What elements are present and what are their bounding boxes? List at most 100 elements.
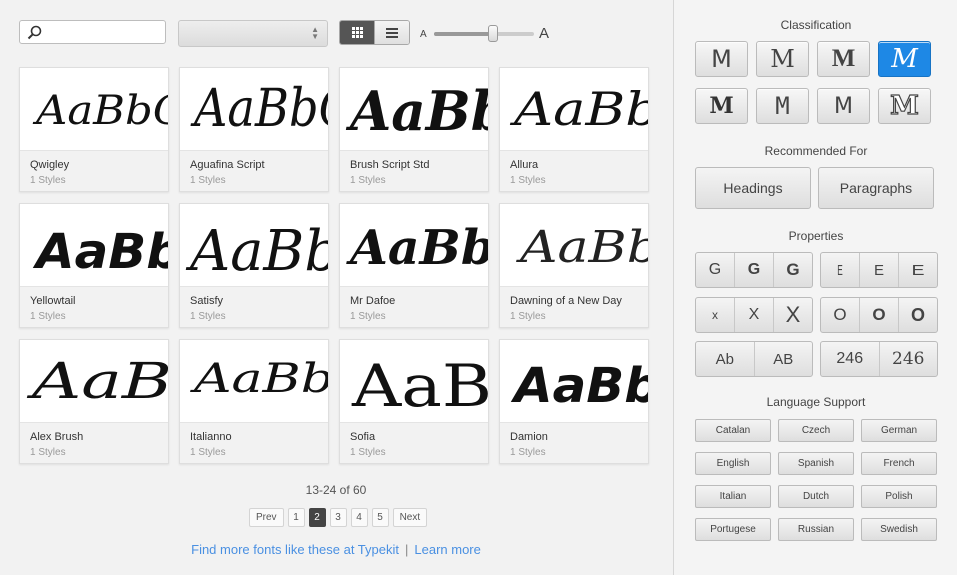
page-button[interactable]: 1 bbox=[287, 508, 305, 527]
lining-numerals-button[interactable]: 246 bbox=[821, 342, 879, 376]
font-name: Dawning of a New Day bbox=[510, 295, 622, 307]
classification-script-button[interactable]: M bbox=[878, 41, 931, 77]
xheight-low-button[interactable]: x bbox=[696, 298, 734, 332]
contrast-medium-button[interactable]: O bbox=[859, 298, 898, 332]
size-slider-track[interactable] bbox=[434, 32, 534, 36]
classification-handmade-button[interactable]: M bbox=[817, 88, 870, 124]
width-wide-button[interactable]: E bbox=[898, 253, 937, 287]
font-name: Aguafina Script bbox=[190, 159, 265, 171]
script-icon: M bbox=[891, 44, 918, 74]
font-card[interactable]: AaBb Damion 1 Styles bbox=[499, 339, 649, 464]
font-sample: AaBb bbox=[345, 79, 489, 143]
headings-button[interactable]: Headings bbox=[695, 167, 811, 209]
page-button[interactable]: 3 bbox=[329, 508, 347, 527]
language-button[interactable]: Swedish bbox=[861, 518, 937, 541]
language-button[interactable]: Polish bbox=[861, 485, 937, 508]
language-button[interactable]: Portugese bbox=[695, 518, 771, 541]
page-button[interactable]: 4 bbox=[350, 508, 368, 527]
font-preview: AaBbC bbox=[20, 68, 168, 150]
oldstyle-numerals-glyph: 246 bbox=[892, 349, 925, 369]
typekit-link[interactable]: Find more fonts like these at Typekit bbox=[191, 542, 399, 557]
font-name: Satisfy bbox=[190, 295, 224, 307]
language-button[interactable]: Spanish bbox=[778, 452, 854, 475]
font-style-count: 1 Styles bbox=[510, 175, 546, 186]
font-preview: AaBb bbox=[500, 340, 648, 422]
prev-page-button[interactable]: Prev bbox=[249, 508, 284, 527]
classification-slab-serif-button[interactable]: M bbox=[817, 41, 870, 77]
font-preview: AaBb bbox=[340, 204, 488, 286]
font-card[interactable]: AaBb Satisfy 1 Styles bbox=[179, 203, 329, 328]
oldstyle-numerals-button[interactable]: 246 bbox=[878, 342, 938, 376]
paragraphs-button[interactable]: Paragraphs bbox=[818, 167, 934, 209]
font-style-count: 1 Styles bbox=[30, 175, 66, 186]
font-preview: AaBb bbox=[340, 68, 489, 150]
language-button[interactable]: French bbox=[861, 452, 937, 475]
font-name: Brush Script Std bbox=[350, 159, 430, 171]
standard-case-button[interactable]: Ab bbox=[696, 342, 754, 376]
font-card[interactable]: AaBb Mr Dafoe 1 Styles bbox=[339, 203, 489, 328]
font-card[interactable]: AaBb Yellowtail 1 Styles bbox=[19, 203, 169, 328]
font-card[interactable]: AaBb Italianno 1 Styles bbox=[179, 339, 329, 464]
weight-light-button[interactable]: G bbox=[696, 253, 734, 287]
width-wide-glyph: E bbox=[911, 261, 925, 279]
caps-only-button[interactable]: AB bbox=[753, 342, 813, 376]
contrast-high-button[interactable]: O bbox=[898, 298, 937, 332]
page-button[interactable]: 5 bbox=[371, 508, 389, 527]
language-button[interactable]: English bbox=[695, 452, 771, 475]
learn-more-link[interactable]: Learn more bbox=[414, 542, 480, 557]
font-style-count: 1 Styles bbox=[510, 447, 546, 458]
font-card[interactable]: AaBbC Qwigley 1 Styles bbox=[19, 67, 169, 192]
xheight-high-glyph: X bbox=[785, 302, 801, 327]
size-large-label: A bbox=[539, 25, 550, 42]
classification-serif-button[interactable]: M bbox=[756, 41, 809, 77]
xheight-medium-button[interactable]: X bbox=[734, 298, 773, 332]
grid-view-button[interactable] bbox=[340, 21, 374, 44]
font-name: Allura bbox=[510, 159, 539, 171]
font-card[interactable]: AaB Sofia 1 Styles bbox=[339, 339, 489, 464]
font-card[interactable]: AaBb Allura 1 Styles bbox=[499, 67, 649, 192]
weight-group: G G G bbox=[695, 252, 813, 288]
classification-blackletter-button[interactable]: M bbox=[695, 88, 748, 124]
language-button[interactable]: Catalan bbox=[695, 419, 771, 442]
properties-title: Properties bbox=[788, 229, 844, 243]
language-button[interactable]: Russian bbox=[778, 518, 854, 541]
page-button-current[interactable]: 2 bbox=[308, 508, 326, 527]
classification-monospaced-button[interactable]: M bbox=[756, 88, 809, 124]
language-button[interactable]: German bbox=[861, 419, 937, 442]
font-style-count: 1 Styles bbox=[190, 311, 226, 322]
width-normal-button[interactable]: E bbox=[859, 253, 898, 287]
contrast-low-button[interactable]: O bbox=[821, 298, 859, 332]
contrast-group: O O O bbox=[820, 297, 938, 333]
width-condensed-button[interactable]: E bbox=[821, 253, 859, 287]
classification-sans-serif-button[interactable]: M bbox=[695, 41, 748, 77]
font-style-count: 1 Styles bbox=[190, 447, 226, 458]
next-page-button[interactable]: Next bbox=[392, 508, 428, 527]
weight-heavy-glyph: G bbox=[786, 260, 800, 279]
search-box[interactable] bbox=[19, 20, 166, 44]
size-slider-fill bbox=[434, 32, 494, 36]
size-slider-thumb[interactable] bbox=[488, 25, 498, 42]
font-card[interactable]: AaBb Dawning of a New Day 1 Styles bbox=[499, 203, 649, 328]
grid-icon bbox=[351, 27, 363, 38]
weight-regular-button[interactable]: G bbox=[734, 253, 773, 287]
view-toggle bbox=[339, 20, 410, 45]
list-view-button[interactable] bbox=[374, 21, 409, 44]
language-button[interactable]: Czech bbox=[778, 419, 854, 442]
language-button[interactable]: Dutch bbox=[778, 485, 854, 508]
language-button[interactable]: Italian bbox=[695, 485, 771, 508]
classification-decorative-button[interactable]: M bbox=[878, 88, 931, 124]
font-style-count: 1 Styles bbox=[350, 175, 386, 186]
sans-serif-icon: M bbox=[711, 45, 732, 73]
lining-numerals-glyph: 246 bbox=[836, 350, 864, 367]
font-card[interactable]: AaBbC Aguafina Script 1 Styles bbox=[179, 67, 329, 192]
search-input[interactable] bbox=[46, 23, 161, 41]
font-card[interactable]: AaBb Brush Script Std 1 Styles bbox=[339, 67, 489, 192]
font-preview: AaBb bbox=[180, 204, 328, 286]
font-card[interactable]: AaB Alex Brush 1 Styles bbox=[19, 339, 169, 464]
weight-heavy-button[interactable]: G bbox=[773, 253, 812, 287]
recommended-title: Recommended For bbox=[764, 144, 868, 158]
filter-select[interactable]: ▲ ▼ bbox=[178, 20, 328, 47]
font-style-count: 1 Styles bbox=[510, 311, 546, 322]
xheight-high-button[interactable]: X bbox=[773, 298, 812, 332]
select-arrows-icon: ▲ ▼ bbox=[311, 25, 319, 41]
